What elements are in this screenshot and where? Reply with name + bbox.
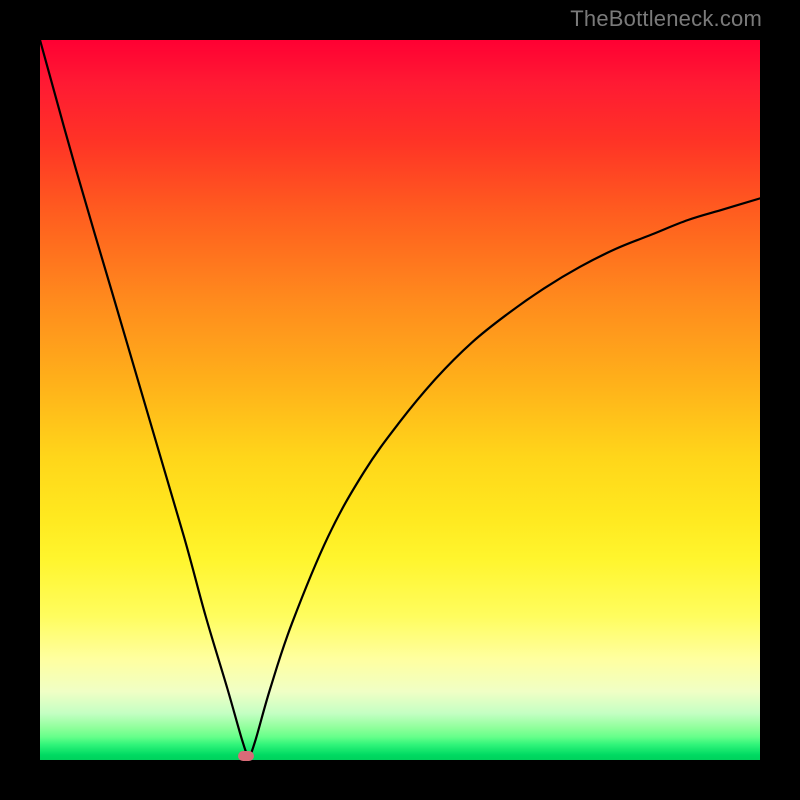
plot-area: [40, 40, 760, 760]
min-marker: [238, 751, 254, 761]
chart-container: TheBottleneck.com: [0, 0, 800, 800]
bottleneck-curve: [40, 40, 760, 760]
watermark-text: TheBottleneck.com: [570, 6, 762, 32]
